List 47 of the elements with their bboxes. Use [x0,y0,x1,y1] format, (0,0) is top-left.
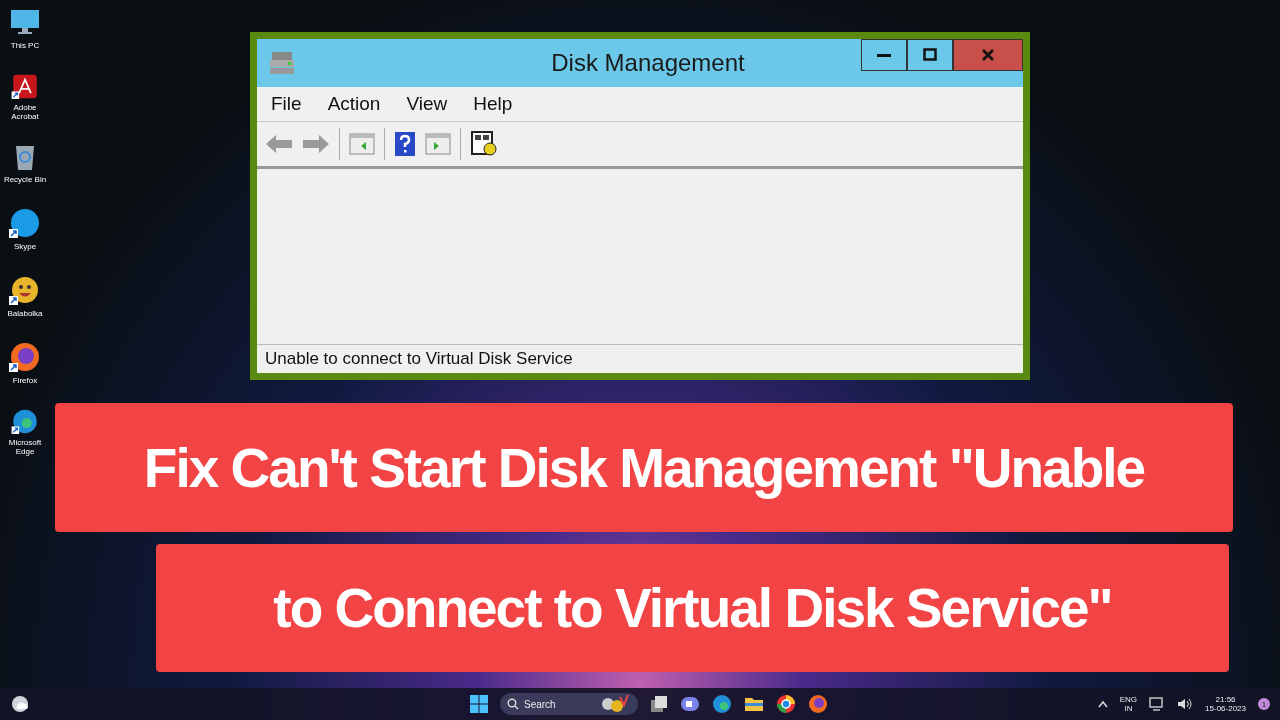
gear-grid-icon[interactable] [470,131,498,157]
browser-icon[interactable] [712,694,732,714]
icon-label: This PC [9,41,41,51]
smiley-icon[interactable] [9,274,41,306]
browser-icon[interactable] [808,694,828,714]
close-button[interactable] [953,39,1023,71]
clock-date[interactable]: 15-06-2023 [1205,704,1246,713]
chevron-up-icon[interactable] [1097,700,1108,708]
windows-logo-icon[interactable] [470,695,488,713]
caption-banner: Fix Can't Start Disk Management "Unable [55,403,1233,532]
menu-item[interactable]: Action [327,93,381,115]
icon-label: Skype [12,242,38,252]
language-indicator[interactable]: IN [1124,704,1133,713]
menu-item[interactable]: View [406,93,448,115]
minimize-icon [877,53,891,57]
caption-banner: to Connect to Virtual Disk Service" [156,544,1229,672]
icon-label: Adobe Acrobat [10,102,40,122]
icon-label: Recycle Bin [3,175,47,185]
windows-stack-icon[interactable] [650,695,668,713]
browser-icon[interactable] [9,341,41,373]
menu-item[interactable]: File [271,93,302,115]
maximize-icon [922,47,938,63]
network-icon[interactable] [1149,697,1166,711]
status-bar: Unable to connect to Virtual Disk Service [257,344,1023,373]
icon-label: Balabolka [6,309,44,319]
close-icon [980,47,996,63]
minimize-button[interactable] [861,39,907,71]
menu-item[interactable]: Help [473,93,513,115]
search-field[interactable]: Search [500,693,638,715]
video-chat-icon[interactable] [680,695,700,713]
language-indicator[interactable]: ENG [1119,695,1138,704]
maximize-button[interactable] [907,39,953,71]
folder-icon[interactable] [744,695,764,713]
window-title: Disk Management [550,49,746,77]
notification-badge[interactable]: 1 [1258,698,1270,710]
panel-icon[interactable] [425,133,451,155]
panel-icon[interactable] [349,133,375,155]
icon-label: Firefox [11,376,39,386]
search-icon [507,698,519,710]
speaker-icon[interactable] [1177,697,1194,711]
disk-drive-icon [269,51,295,75]
help-icon[interactable] [394,131,416,157]
medal-icon [602,695,632,713]
clock-time[interactable]: 21:56 [1215,695,1236,704]
icon-label: Microsoft Edge [7,437,43,457]
browser-icon[interactable] [776,694,796,714]
weather-icon[interactable] [10,694,30,714]
